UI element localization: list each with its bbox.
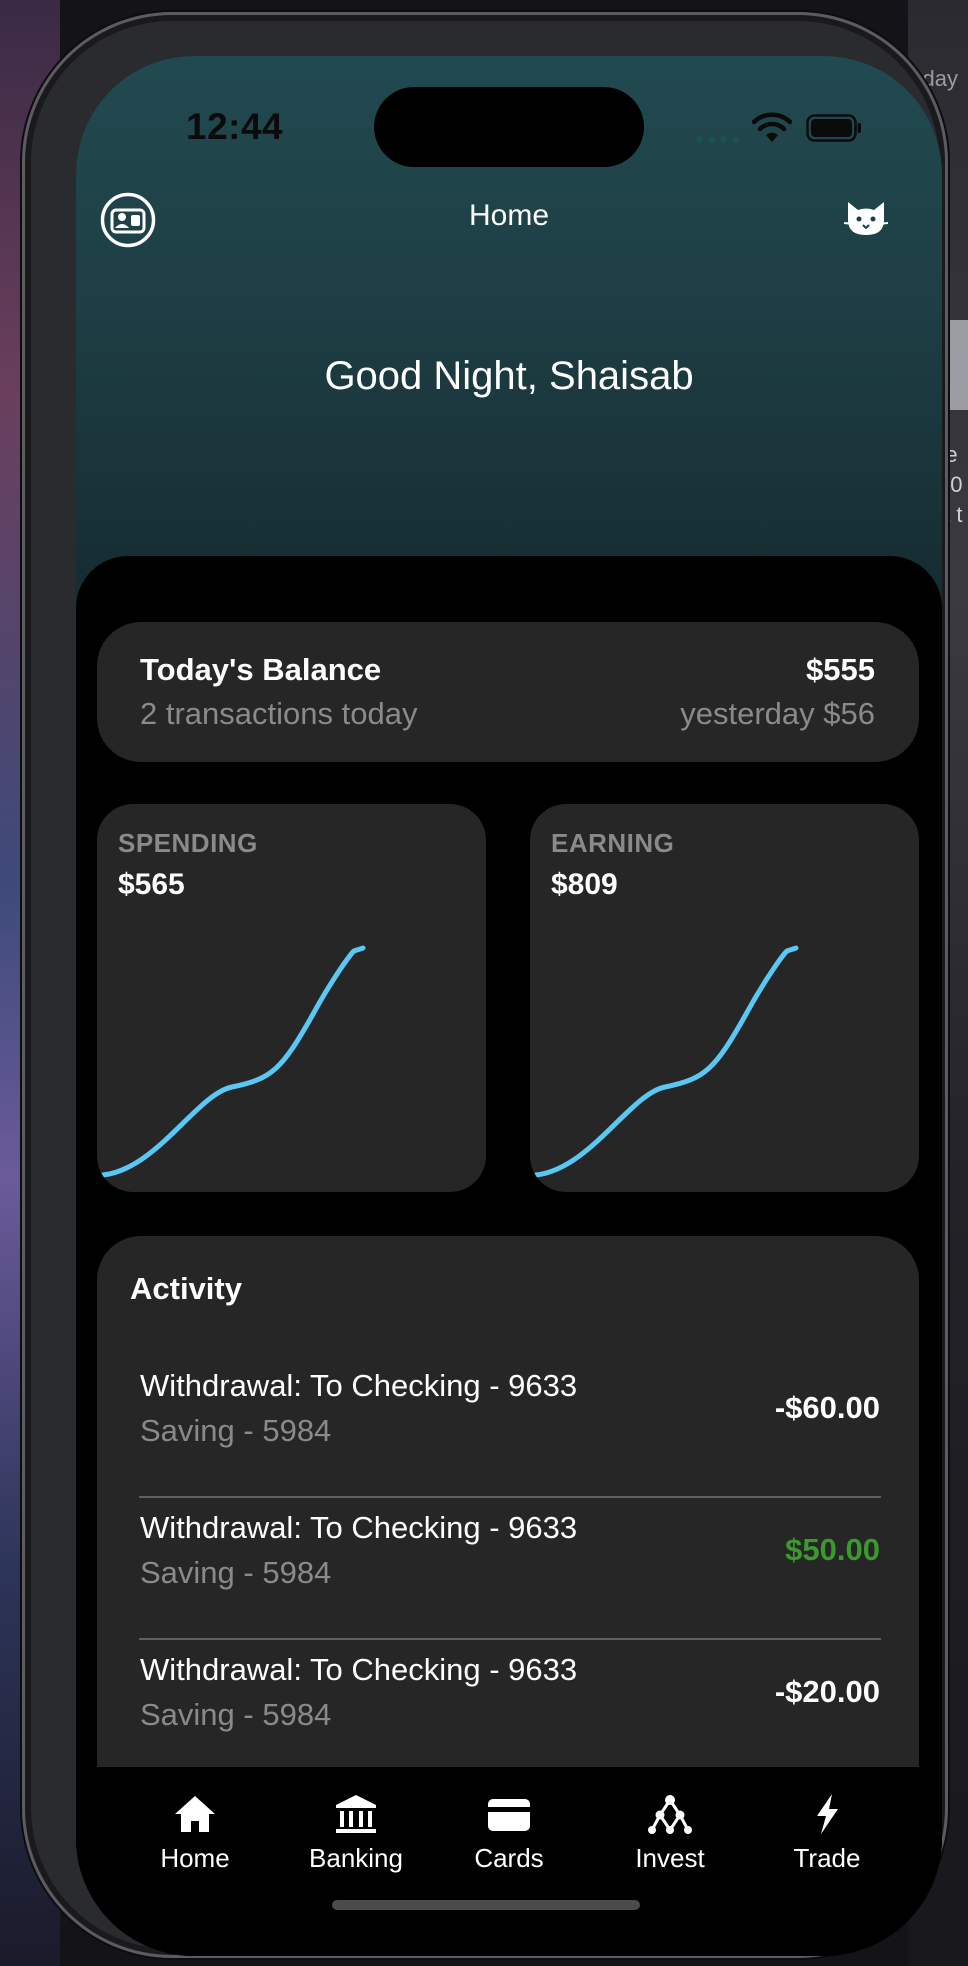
- tab-trade-label: Trade: [793, 1843, 861, 1873]
- activity-row-account: Saving - 5984: [140, 1555, 332, 1590]
- activity-row[interactable]: Withdrawal: To Checking - 9633 Saving - …: [140, 1360, 880, 1502]
- signal-dots-icon: [696, 130, 744, 143]
- spending-card[interactable]: SPENDING $565: [97, 804, 486, 1192]
- tab-home[interactable]: Home: [120, 1793, 270, 1874]
- greeting: Good Night, Shaisab: [324, 354, 694, 398]
- home-icon: [175, 1796, 215, 1832]
- background-window-panel: [948, 320, 968, 410]
- tab-banking[interactable]: Banking: [281, 1793, 431, 1874]
- activity-row-title: Withdrawal: To Checking - 9633: [140, 1652, 578, 1687]
- phone-frame: 12:44 Home Good Night, Shaisab Today's B…: [22, 12, 948, 1958]
- card-icon: [488, 1799, 530, 1831]
- status-time: 12:44: [186, 106, 284, 147]
- row-divider: [139, 1496, 881, 1498]
- activity-row-amount: $50.00: [785, 1532, 880, 1567]
- tab-cards-label: Cards: [474, 1843, 544, 1873]
- earning-card[interactable]: EARNING $809: [530, 804, 919, 1192]
- tab-cards[interactable]: Cards: [434, 1793, 584, 1874]
- bolt-icon: [817, 1794, 838, 1834]
- activity-row-title: Withdrawal: To Checking - 9633: [140, 1510, 578, 1545]
- activity-row[interactable]: Withdrawal: To Checking - 9633 Saving - …: [140, 1644, 880, 1786]
- activity-row-account: Saving - 5984: [140, 1413, 332, 1448]
- earning-sparkline: [533, 945, 799, 1178]
- activity-row-amount: -$60.00: [774, 1390, 880, 1425]
- spending-sparkline: [100, 945, 366, 1178]
- bank-icon: [336, 1795, 376, 1833]
- tab-trade[interactable]: Trade: [752, 1793, 902, 1874]
- nav-title: Home: [468, 199, 550, 232]
- balance-yesterday: yesterday $56: [680, 696, 875, 731]
- battery-icon: [806, 114, 861, 142]
- wifi-icon: [752, 112, 792, 142]
- activity-row-account: Saving - 5984: [140, 1697, 332, 1732]
- dynamic-island: [374, 87, 644, 167]
- tab-home-label: Home: [160, 1843, 230, 1873]
- balance-title: Today's Balance: [140, 652, 382, 687]
- cat-icon[interactable]: [844, 198, 888, 238]
- tab-invest-label: Invest: [635, 1843, 705, 1873]
- spending-value: $565: [118, 868, 185, 901]
- activity-row-title: Withdrawal: To Checking - 9633: [140, 1368, 578, 1403]
- earning-label: EARNING: [551, 828, 675, 858]
- todays-balance-card[interactable]: Today's Balance 2 transactions today $55…: [97, 622, 919, 762]
- balance-amount: $555: [806, 652, 875, 687]
- row-divider: [139, 1638, 881, 1640]
- tab-bar: Home Banking Cards Invest Trade: [76, 1767, 942, 1956]
- activity-title: Activity: [130, 1271, 242, 1306]
- activity-row[interactable]: Withdrawal: To Checking - 9633 Saving - …: [140, 1502, 880, 1644]
- invest-icon: [648, 1795, 692, 1834]
- earning-value: $809: [551, 868, 618, 901]
- spending-label: SPENDING: [118, 828, 258, 858]
- phone-screen: 12:44 Home Good Night, Shaisab Today's B…: [76, 56, 942, 1956]
- activity-row-amount: -$20.00: [774, 1674, 880, 1709]
- balance-subtitle: 2 transactions today: [140, 696, 418, 731]
- home-indicator[interactable]: [332, 1900, 640, 1910]
- tab-banking-label: Banking: [309, 1843, 403, 1873]
- tab-invest[interactable]: Invest: [595, 1793, 745, 1874]
